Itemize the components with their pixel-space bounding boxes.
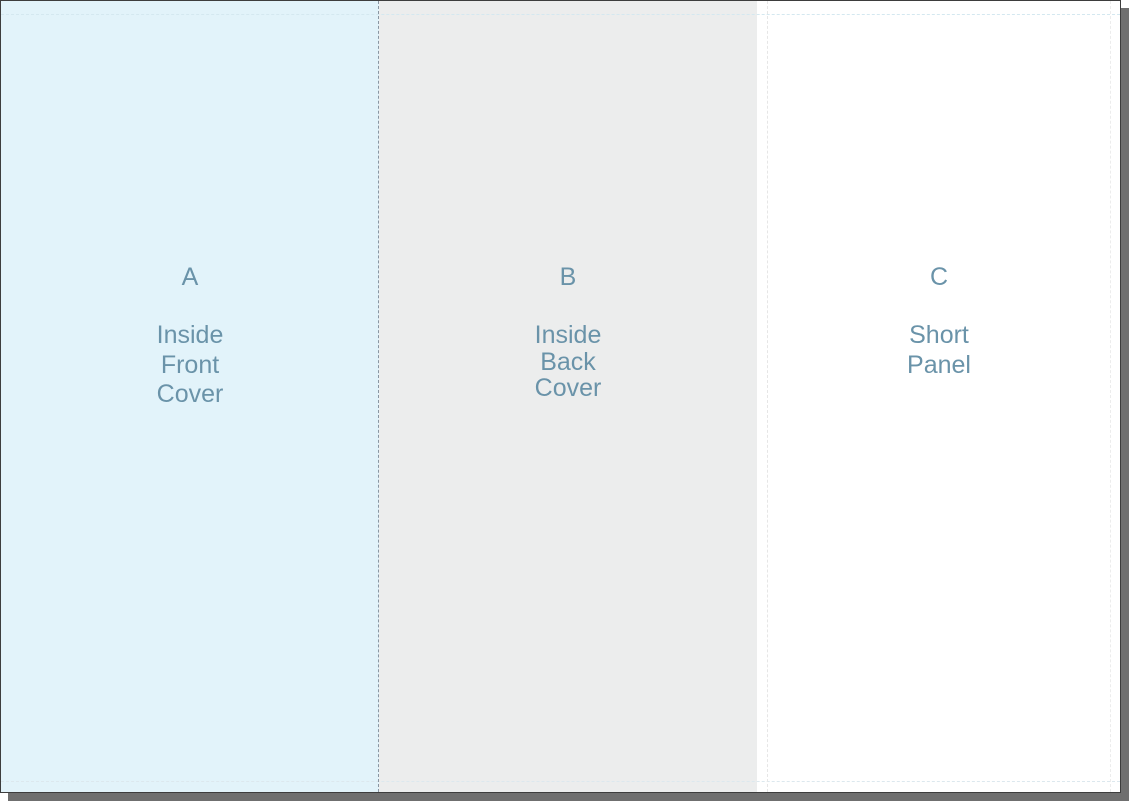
panel-b-letter: B: [559, 263, 577, 291]
panel-a-letter: A: [181, 263, 199, 291]
panel-c: [757, 1, 1120, 792]
panel-b-label-line: Inside: [534, 321, 602, 349]
panel-b-label-line: Cover: [534, 374, 602, 402]
panel-a-label-line: Front: [160, 350, 220, 379]
bottom-margin-guide: [1, 781, 1120, 782]
top-margin-guide: [1, 14, 1120, 15]
panel-c-label: Short Panel: [859, 321, 1019, 380]
right-margin-guide: [1110, 1, 1111, 792]
panel-b-label-line: Back: [540, 347, 596, 376]
panel-a-label: Inside Front Cover: [110, 321, 270, 410]
panel-c-letter: C: [929, 263, 949, 291]
panel-a-label-line: Inside: [156, 321, 224, 349]
brochure-sheet: A Inside Front Cover B Inside Back Cover…: [0, 0, 1121, 793]
panel-c-label-line: Panel: [907, 350, 971, 379]
fold-line-a-b: [378, 1, 379, 792]
panel-a-label-line: Cover: [156, 380, 224, 408]
fold-line-b-c: [767, 1, 768, 792]
panel-b-label: Inside Back Cover: [488, 322, 648, 402]
panel-c-label-line: Short: [909, 321, 969, 349]
